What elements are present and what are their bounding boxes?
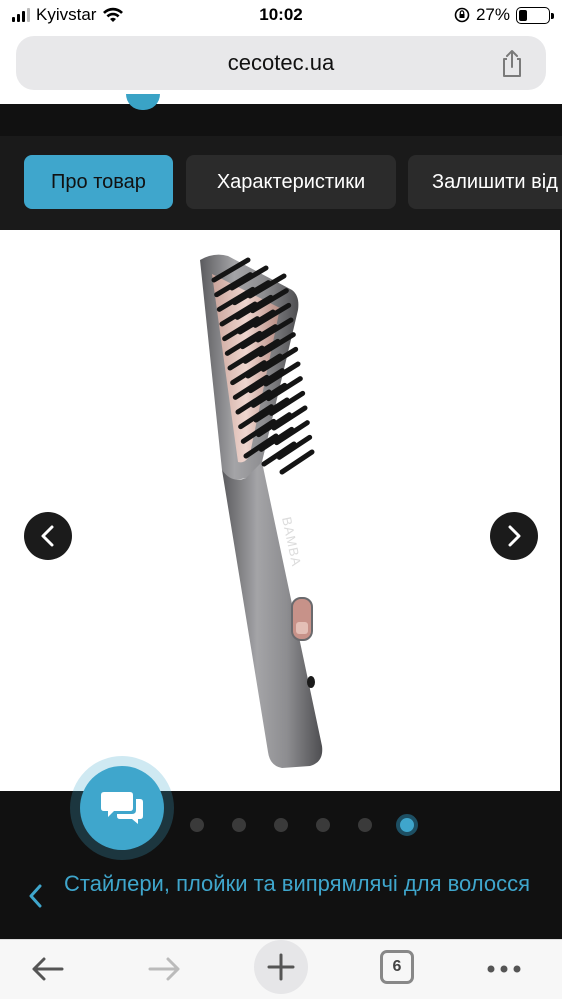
arrow-left-icon[interactable] [26,947,70,991]
tab-characteristics[interactable]: Характеристики [186,155,396,209]
pagination-dot[interactable] [274,818,288,832]
pagination-dot[interactable] [316,818,330,832]
chevron-left-icon[interactable] [26,881,44,911]
site-header-strip [0,94,562,136]
battery-fill [519,9,527,21]
tabs-count-button[interactable]: 6 [380,950,414,984]
header-accent [126,94,160,110]
share-icon[interactable] [498,48,526,78]
new-tab-button[interactable] [254,940,308,994]
brand-text: BAMBA [279,516,304,569]
url-text[interactable]: cecotec.ua [16,50,546,76]
chat-bubbles-icon [101,792,143,824]
tab-leave-review[interactable]: Залишити від [408,155,562,209]
chevron-left-icon [41,525,54,547]
product-tabs: Про товар Характеристики Залишити від [0,136,562,230]
status-bar: Kyivstar 10:02 27% [0,0,562,32]
pagination-dot[interactable] [232,818,246,832]
tab-about-product[interactable]: Про товар [24,155,173,209]
plus-icon [267,953,295,981]
address-bar[interactable]: cecotec.ua [16,36,546,90]
product-image: BAMBA [200,254,323,768]
pagination-dot-active[interactable] [396,814,418,836]
pagination-dot[interactable] [358,818,372,832]
browser-toolbar: 6 [0,939,562,999]
status-right: 27% [454,5,554,25]
next-image-button[interactable] [490,512,538,560]
prev-image-button[interactable] [24,512,72,560]
pagination-dot[interactable] [190,818,204,832]
arrow-right-icon[interactable] [142,947,186,991]
product-gallery[interactable]: BAMBA [0,230,562,791]
breadcrumb-category-link[interactable]: Стайлери, плойки та випрямлячі для волос… [64,870,534,897]
more-dots-icon[interactable] [482,947,526,991]
chat-button[interactable] [70,756,174,860]
battery-icon [516,6,554,24]
orientation-lock-icon [454,7,470,23]
chat-button-circle[interactable] [80,766,164,850]
battery-percent: 27% [475,5,510,24]
chevron-right-icon [508,525,521,547]
